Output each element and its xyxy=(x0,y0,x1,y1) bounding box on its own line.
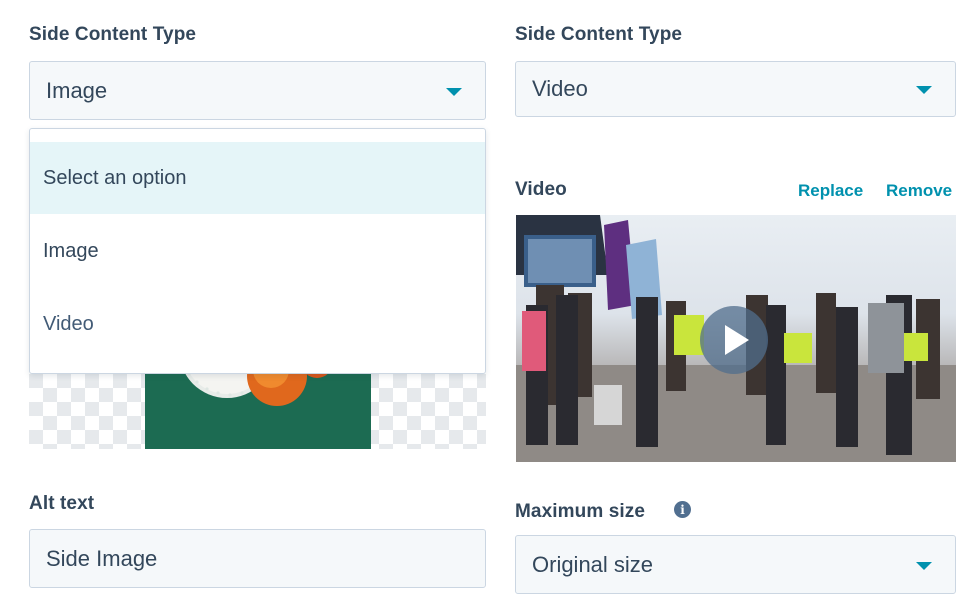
maximum-size-label: Maximum size xyxy=(515,501,646,522)
video-label: Video xyxy=(515,179,567,200)
left-content-type-value: Image xyxy=(46,77,108,103)
chevron-down-icon xyxy=(916,86,932,94)
dropdown-option-image[interactable]: Image xyxy=(30,215,485,287)
left-content-type-label: Side Content Type xyxy=(29,24,197,45)
dropdown-option-video[interactable]: Video xyxy=(30,288,485,360)
chevron-down-icon xyxy=(446,88,462,96)
replace-video-link[interactable]: Replace xyxy=(798,181,863,201)
alt-text-label: Alt text xyxy=(29,493,95,514)
maximum-size-select[interactable]: Original size xyxy=(515,535,956,594)
alt-text-input[interactable]: Side Image xyxy=(29,529,486,588)
alt-text-value: Side Image xyxy=(46,545,158,571)
chevron-down-icon xyxy=(916,562,932,570)
right-content-type-value: Video xyxy=(532,76,588,101)
remove-video-link[interactable]: Remove xyxy=(886,181,952,201)
play-icon xyxy=(725,325,749,355)
play-button[interactable] xyxy=(700,306,768,374)
content-type-dropdown-menu: Select an option Image Video xyxy=(29,128,486,374)
info-icon[interactable]: i xyxy=(674,501,691,518)
right-content-type-select[interactable]: Video xyxy=(515,61,956,117)
maximum-size-value: Original size xyxy=(532,551,654,577)
right-content-type-label: Side Content Type xyxy=(515,24,683,45)
left-content-type-select[interactable]: Image xyxy=(29,61,486,120)
dropdown-option-select[interactable]: Select an option xyxy=(30,142,485,214)
